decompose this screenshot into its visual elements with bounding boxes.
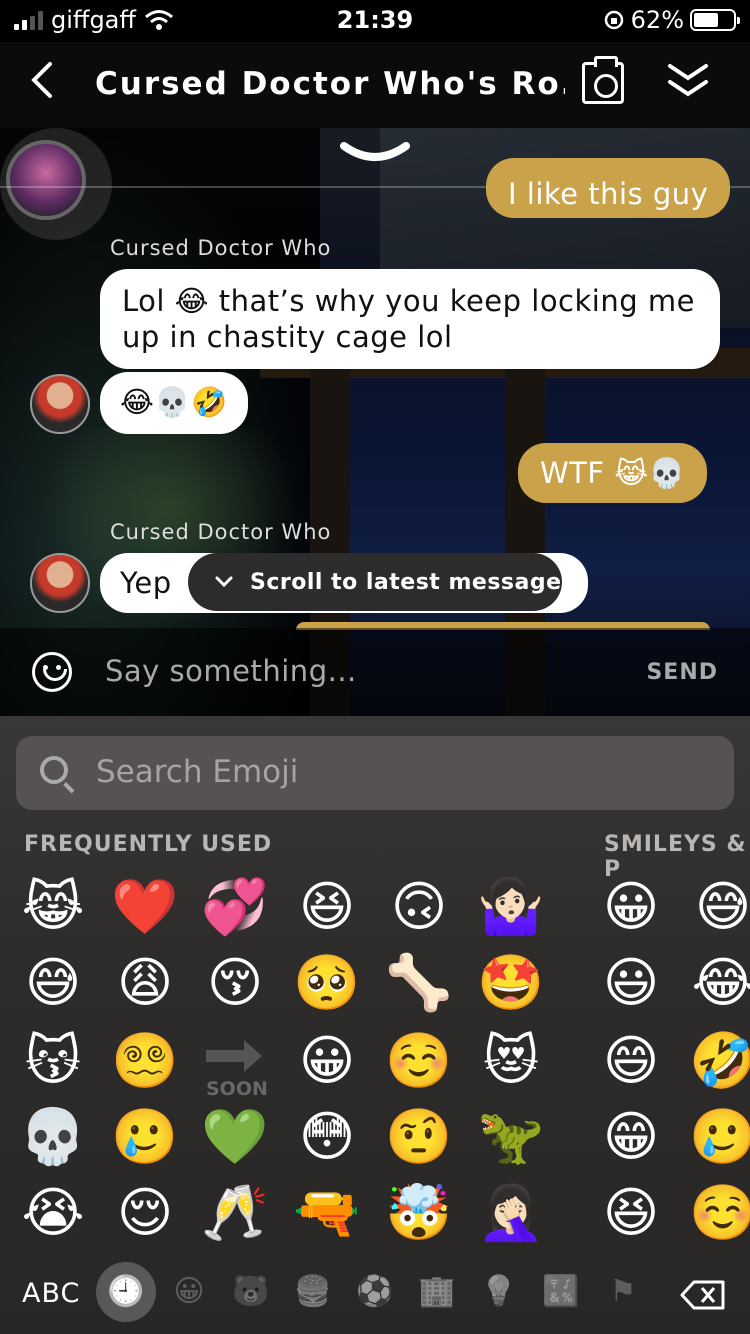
search-icon — [40, 756, 68, 784]
emoji-key[interactable]: 🔫 — [292, 1178, 362, 1248]
emoji-key[interactable]: 😅 — [688, 872, 750, 942]
send-button[interactable]: SEND — [646, 660, 718, 685]
user-avatar[interactable] — [30, 553, 90, 613]
emoji-key[interactable]: ☺️ — [688, 1178, 750, 1248]
emoji-key[interactable]: 🥺 — [292, 948, 362, 1018]
flag-icon[interactable]: ⚑ — [603, 1272, 643, 1312]
emoji-key[interactable]: 😁 — [596, 1102, 666, 1172]
battery-percent: 62% — [630, 6, 684, 34]
message-text: I like this guy — [508, 177, 709, 211]
emoji-key[interactable]: 🤣 — [688, 1026, 750, 1096]
search-placeholder: Search Emoji — [96, 754, 299, 790]
chevron-down-icon — [215, 576, 233, 588]
lightbulb-icon[interactable]: 💡 — [479, 1272, 519, 1312]
sender-name: Cursed Doctor Who — [110, 520, 332, 544]
section-frequently-used: FREQUENTLY USED — [24, 832, 273, 857]
abc-button[interactable]: ABC — [22, 1278, 80, 1309]
animal-icon[interactable]: 🐻 — [231, 1272, 271, 1312]
message-input[interactable]: Say something... — [105, 654, 357, 688]
emoji-key[interactable]: 😻 — [476, 1026, 546, 1096]
emoji-key[interactable]: 😚 — [200, 948, 270, 1018]
emoji-key[interactable]: ❤️ — [110, 872, 180, 942]
emoji-key[interactable]: 😭 — [18, 1178, 88, 1248]
emoji-category-bar: ABC 🕘 😀 🐻 🍔 ⚽ 🏢 💡 🔣 ⚑ — [0, 1256, 750, 1334]
backspace-icon — [680, 1280, 725, 1310]
emoji-toggle-icon[interactable] — [32, 652, 72, 692]
emoji-key[interactable]: 🤩 — [476, 948, 546, 1018]
emoji-key[interactable]: 🙃 — [384, 872, 454, 942]
message-bubble[interactable]: Lol 😂 that’s why you keep locking me up … — [100, 269, 720, 369]
food-icon[interactable]: 🍔 — [293, 1272, 333, 1312]
emoji-key[interactable]: ☺️ — [384, 1026, 454, 1096]
scroll-to-latest-button[interactable]: Scroll to latest message — [188, 553, 562, 611]
emoji-key[interactable]: 😀 — [596, 872, 666, 942]
message-bubble-partial[interactable]: I like this guy — [486, 158, 731, 218]
emoji-key[interactable]: 🤦🏻‍♀️ — [476, 1178, 546, 1248]
emoji-keyboard: Search Emoji FREQUENTLY USED SMILEYS & P… — [0, 716, 750, 1334]
emoji-key[interactable]: 🤷🏻‍♀️ — [476, 872, 546, 942]
emoji-key[interactable]: 🥂 — [200, 1178, 270, 1248]
chevron-left-icon — [31, 62, 52, 98]
emoji-key[interactable]: 🤯 — [384, 1178, 454, 1248]
recent-icon[interactable]: 🕘 — [106, 1272, 146, 1312]
back-button[interactable] — [28, 60, 56, 110]
emoji-key[interactable]: 🥲 — [110, 1102, 180, 1172]
battery-fill — [694, 13, 718, 27]
status-right: 62% — [603, 6, 740, 34]
emoji-key[interactable]: 😹 — [18, 872, 88, 942]
emoji-key[interactable]: 😵‍💫 — [110, 1026, 180, 1096]
emoji-key[interactable]: 🦴 — [384, 948, 454, 1018]
building-icon[interactable]: 🏢 — [417, 1272, 457, 1312]
scroll-label: Scroll to latest message — [250, 569, 562, 595]
emoji-key[interactable]: 😩 — [110, 948, 180, 1018]
sports-icon[interactable]: ⚽ — [355, 1272, 395, 1312]
room-title[interactable]: Cursed Doctor Who's Ro... — [95, 66, 565, 102]
emoji-key[interactable]: 😅 — [18, 948, 88, 1018]
message-input-bar: Say something... SEND — [0, 628, 750, 716]
emoji-key[interactable]: 💀 — [18, 1102, 88, 1172]
emoji-key[interactable]: 😆 — [292, 872, 362, 942]
emoji-key[interactable]: 😳 — [292, 1102, 362, 1172]
soon-label: SOON — [206, 1078, 268, 1100]
room-avatar-button[interactable] — [0, 128, 112, 240]
status-bar: giffgaff 21:39 62% — [0, 0, 750, 42]
emoji-key[interactable]: 😀 — [292, 1026, 362, 1096]
emoji-key[interactable]: 😂 — [688, 948, 750, 1018]
emoji-key[interactable]: 😄 — [596, 1026, 666, 1096]
emoji-key[interactable]: 💚 — [200, 1102, 270, 1172]
message-text: WTF 😹💀 — [540, 456, 686, 490]
symbols-icon[interactable]: 🔣 — [541, 1272, 581, 1312]
double-chevron-down-icon — [668, 64, 708, 97]
emoji-key[interactable]: 💞 — [200, 872, 270, 942]
message-text: Lol 😂 that’s why you keep locking me up … — [122, 284, 695, 354]
emoji-key[interactable]: 😃 — [596, 948, 666, 1018]
minimize-button[interactable] — [666, 56, 710, 106]
emoji-key[interactable]: 🦖 — [476, 1102, 546, 1172]
message-text: Yep — [120, 566, 172, 600]
emoji-key[interactable]: 😆 — [596, 1178, 666, 1248]
chat-area[interactable]: I like this guy Cursed Doctor Who Lol 😂 … — [0, 128, 750, 716]
message-bubble[interactable]: 😂💀🤣 — [100, 372, 248, 434]
orientation-lock-icon — [604, 10, 623, 30]
battery-icon — [690, 9, 740, 31]
message-bubble-own[interactable]: WTF 😹💀 — [518, 443, 708, 503]
user-avatar[interactable] — [30, 374, 90, 434]
message-text: 😂💀🤣 — [120, 385, 228, 419]
emoji-key[interactable]: 🤨 — [384, 1102, 454, 1172]
smiley-icon[interactable]: 😀 — [169, 1272, 209, 1312]
chat-header: Cursed Doctor Who's Ro... — [0, 42, 750, 128]
emoji-search-input[interactable]: Search Emoji — [16, 736, 734, 810]
emoji-key[interactable]: 😽 — [18, 1026, 88, 1096]
chevron-down-icon — [340, 142, 410, 161]
emoji-key[interactable]: 😌 — [110, 1178, 180, 1248]
room-avatar — [6, 140, 86, 220]
backspace-button[interactable] — [680, 1280, 726, 1310]
collapse-button[interactable] — [340, 140, 410, 170]
sender-name: Cursed Doctor Who — [110, 236, 332, 260]
camera-button[interactable] — [582, 56, 624, 104]
emoji-key[interactable]: 🥲 — [688, 1102, 750, 1172]
